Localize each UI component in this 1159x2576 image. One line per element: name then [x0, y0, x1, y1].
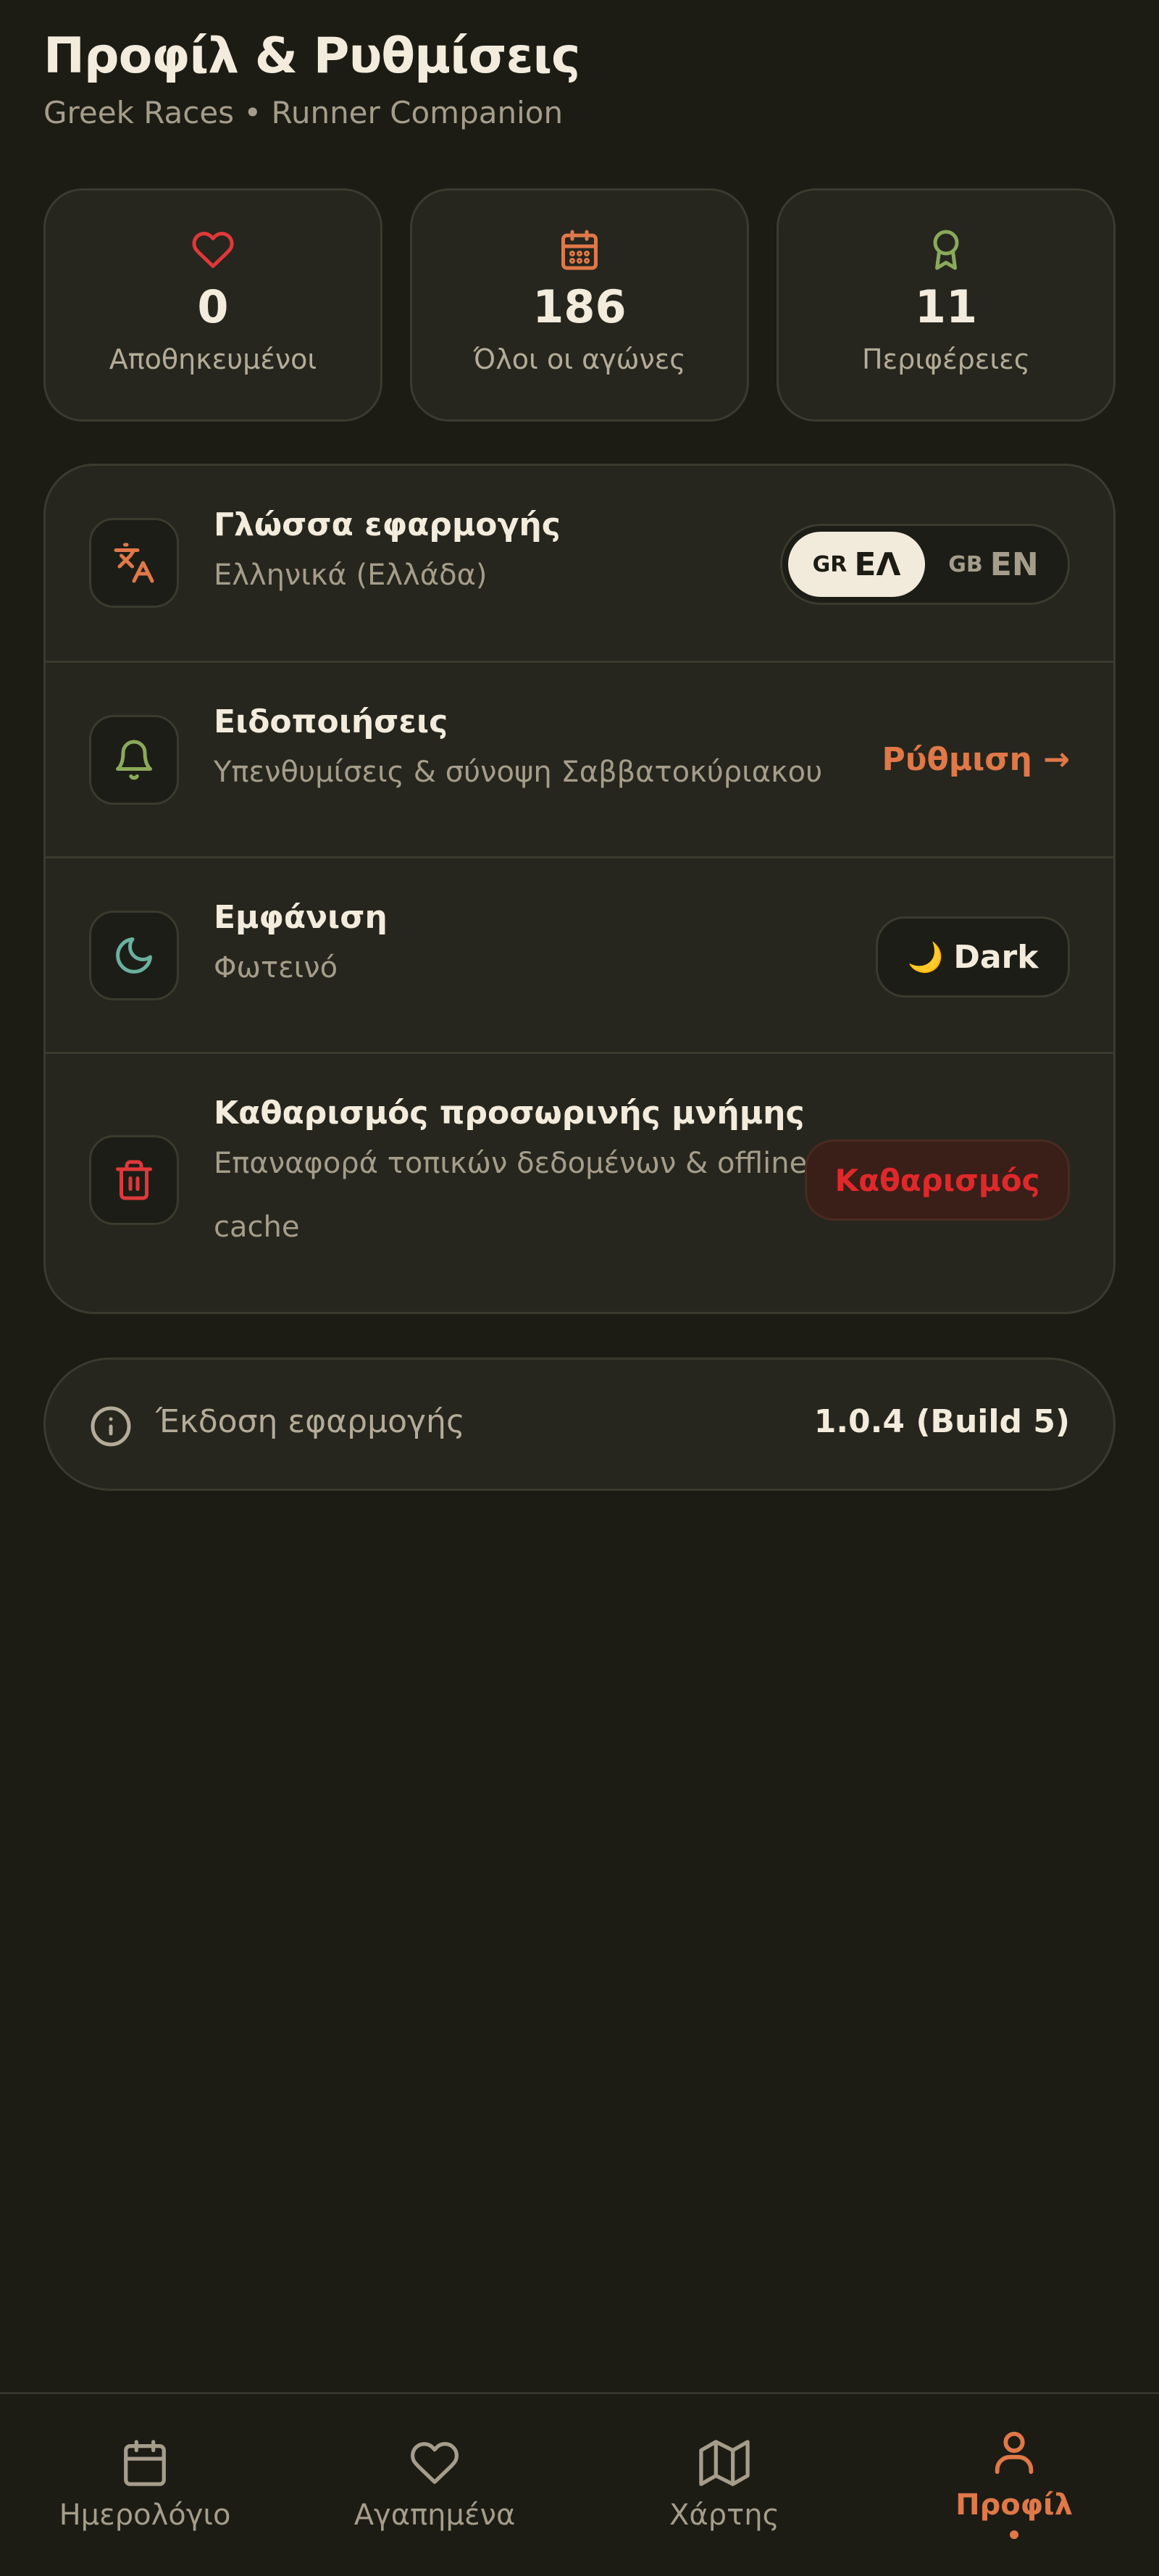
trash-icon: [116, 1160, 152, 1200]
tab-favorites[interactable]: Αγαπημένα: [290, 2394, 580, 2576]
stat-value: 186: [532, 280, 627, 333]
cache-subtitle-line1: Επαναφορά τοπικών δεδομένων & offline: [214, 1147, 808, 1180]
translate-icon: [89, 518, 179, 608]
heart-icon: [192, 231, 234, 268]
language-option-label: EN: [989, 545, 1039, 583]
stat-card-regions: 11 Περιφέρειες: [777, 188, 1116, 422]
bell-icon-wrap: [89, 715, 179, 805]
stat-label: Περιφέρειες: [861, 343, 1031, 375]
stat-label: Όλοι οι αγώνες: [473, 343, 686, 375]
trash-icon-wrap: [89, 1135, 179, 1225]
stat-card-saved: 0 Αποθηκευμένοι: [43, 188, 382, 422]
info-icon: [91, 1406, 131, 1447]
appearance-title: Εμφάνιση: [214, 899, 388, 936]
language-option-label: ΕΛ: [854, 545, 901, 583]
cache-subtitle-line2: cache: [214, 1210, 300, 1244]
flag-gb: GB: [948, 551, 983, 577]
tab-label: Προφίλ: [955, 2488, 1073, 2522]
appearance-subtitle: Φωτεινό: [214, 951, 338, 984]
language-subtitle: Ελληνικά (Ελλάδα): [214, 559, 488, 592]
active-tab-indicator: [1010, 2530, 1018, 2539]
user-icon: [995, 2431, 1034, 2475]
version-label: Έκδοση εφαρμογής: [156, 1403, 465, 1440]
clear-cache-button[interactable]: Καθαρισμός: [805, 1139, 1070, 1221]
settings-card: Γλώσσα εφαρμογής Ελληνικά (Ελλάδα) GR ΕΛ…: [43, 464, 1116, 1314]
tab-calendar[interactable]: Ημερολόγιο: [0, 2394, 290, 2576]
notifications-subtitle: Υπενθυμίσεις & σύνοψη Σαββατοκύριακου: [214, 756, 823, 789]
tab-label: Αγαπημένα: [353, 2498, 516, 2532]
language-toggle: GR ΕΛ GB EN: [780, 524, 1070, 605]
stat-value: 0: [197, 280, 229, 333]
notifications-settings-link[interactable]: Ρύθμιση →: [882, 741, 1071, 778]
version-card: Έκδοση εφαρμογής 1.0.4 (Build 5): [43, 1358, 1116, 1491]
moon-emoji-icon: 🌙: [907, 940, 944, 974]
version-value: 1.0.4 (Build 5): [813, 1403, 1070, 1440]
cache-title: Καθαρισμός προσωρινής μνήμης: [214, 1095, 805, 1132]
language-option-el[interactable]: GR ΕΛ: [788, 532, 925, 597]
stat-label: Αποθηκευμένοι: [109, 343, 317, 375]
map-icon: [699, 2440, 750, 2486]
page-subtitle: Greek Races • Runner Companion: [43, 95, 564, 130]
language-title: Γλώσσα εφαρμογής: [214, 506, 561, 543]
page-title: Προφίλ & Ρυθμίσεις: [43, 28, 580, 85]
calendar-icon: [124, 2440, 166, 2486]
notifications-title: Ειδοποιήσεις: [214, 703, 448, 740]
tab-label: Ημερολόγιο: [59, 2498, 231, 2532]
calendar-icon: [561, 230, 598, 270]
settings-row-appearance: Εμφάνιση Φωτεινό 🌙 Dark: [46, 858, 1113, 1054]
bell-icon: [116, 740, 152, 780]
heart-icon: [411, 2442, 459, 2484]
language-option-en[interactable]: GB EN: [925, 532, 1062, 597]
tab-map[interactable]: Χάρτης: [580, 2394, 869, 2576]
stat-value: 11: [914, 280, 978, 333]
flag-gr: GR: [812, 551, 848, 577]
tab-profile[interactable]: Προφίλ: [869, 2394, 1159, 2576]
stat-card-races: 186 Όλοι οι αγώνες: [410, 188, 749, 422]
theme-button-label: Dark: [953, 938, 1039, 976]
settings-row-language: Γλώσσα εφαρμογής Ελληνικά (Ελλάδα) GR ΕΛ…: [46, 466, 1113, 663]
page-header: Προφίλ & Ρυθμίσεις Greek Races • Runner …: [43, 28, 580, 130]
settings-row-notifications[interactable]: Ειδοποιήσεις Υπενθυμίσεις & σύνοψη Σαββα…: [46, 663, 1113, 858]
settings-row-cache: Καθαρισμός προσωρινής μνήμης Επαναφορά τ…: [46, 1054, 1113, 1312]
award-icon: [933, 230, 959, 270]
moon-icon: [116, 937, 152, 974]
stats-row: 0 Αποθηκευμένοι 186 Όλοι οι αγώνες 11 Πε…: [43, 188, 1116, 422]
bottom-tab-bar: Ημερολόγιο Αγαπημένα Χάρτης Προφίλ: [0, 2392, 1159, 2576]
theme-toggle-button[interactable]: 🌙 Dark: [876, 916, 1070, 998]
tab-label: Χάρτης: [669, 2498, 780, 2532]
moon-icon-wrap: [89, 911, 179, 1000]
